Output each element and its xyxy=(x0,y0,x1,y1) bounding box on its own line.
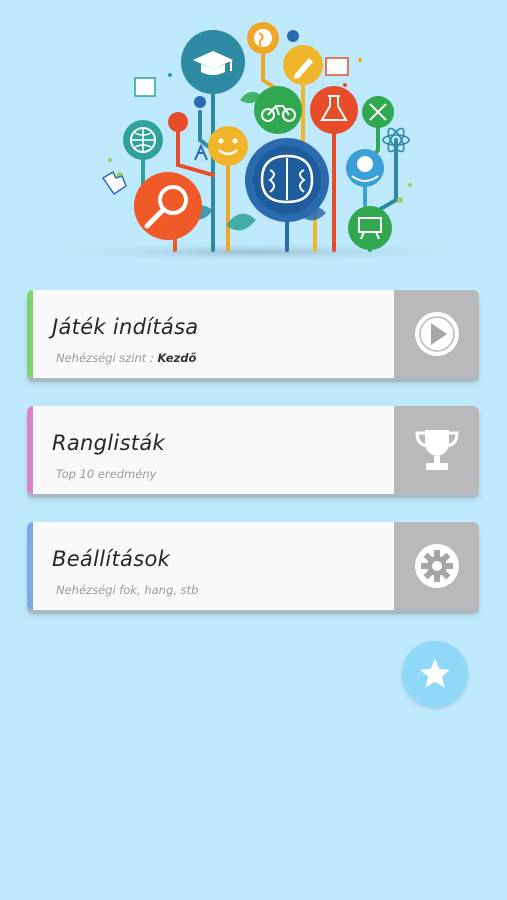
favorite-button[interactable] xyxy=(402,641,468,707)
play-icon xyxy=(415,312,459,356)
accent-stripe xyxy=(27,406,33,494)
accent-stripe xyxy=(27,522,33,610)
settings-title: Beállítások xyxy=(52,547,171,571)
star-icon xyxy=(420,659,450,688)
start-game-title: Játék indítása xyxy=(52,315,199,339)
gear-icon xyxy=(415,544,459,588)
rankings-subtitle: Top 10 eredmény xyxy=(56,467,157,481)
education-tree-illustration xyxy=(25,22,485,262)
start-side-panel[interactable] xyxy=(394,290,479,378)
settings-subtitle: Nehézségi fok, hang, stb xyxy=(56,583,199,597)
trophy-icon xyxy=(415,430,459,470)
difficulty-prefix: Nehézségi szint : xyxy=(56,351,158,365)
rankings-button[interactable]: Ranglisták Top 10 eredmény xyxy=(27,406,479,494)
difficulty-value: Kezdő xyxy=(157,351,197,365)
rankings-title: Ranglisták xyxy=(52,431,165,455)
settings-button[interactable]: Beállítások Nehézségi fok, hang, stb xyxy=(27,522,479,610)
difficulty-label: Nehézségi szint : Kezdő xyxy=(56,351,196,365)
settings-side-panel[interactable] xyxy=(394,522,479,610)
rankings-side-panel[interactable] xyxy=(394,406,479,494)
accent-stripe xyxy=(27,290,33,378)
start-game-button[interactable]: Játék indítása Nehézségi szint : Kezdő xyxy=(27,290,479,378)
